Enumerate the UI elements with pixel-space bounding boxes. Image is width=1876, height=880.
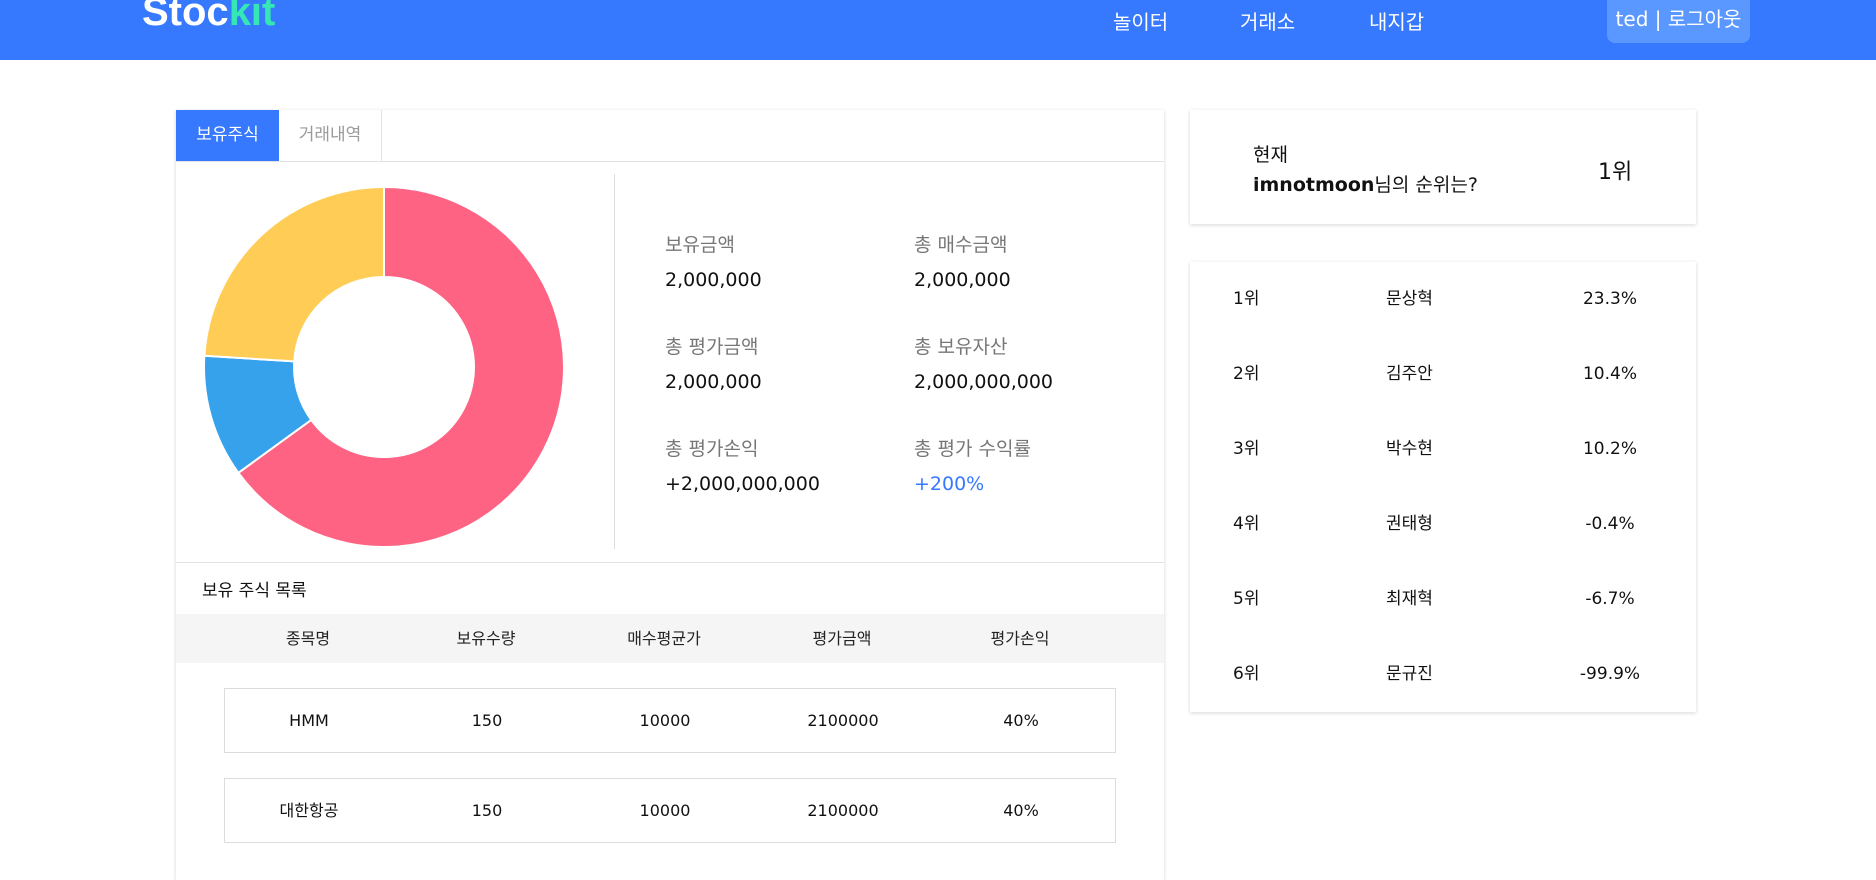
rank-suffix: 님의 순위는?	[1374, 174, 1478, 196]
leaderboard-row[interactable]: 1위 문상혁 23.3%	[1190, 262, 1696, 337]
nav-my-wallet[interactable]: 내지갑	[1369, 6, 1424, 35]
return-rate: 23.3%	[1582, 289, 1637, 309]
summary-divider	[614, 174, 615, 549]
user-name: 문상혁	[1386, 289, 1433, 309]
leaderboard: 1위 문상혁 23.3% 2위 김주안 10.4% 3위 박수현 10.2% 4…	[1190, 262, 1696, 712]
leaderboard-row[interactable]: 3위 박수현 10.2%	[1190, 412, 1696, 487]
stat-label: 총 평가손익	[665, 438, 759, 460]
user-name: 최재혁	[1386, 589, 1433, 609]
stat-value: 2,000,000,000	[914, 371, 1054, 393]
column-header: 평가금액	[812, 629, 872, 648]
stat-total-buy: 총 매수금액 2,000,000	[914, 230, 1011, 291]
rank-number: 3위	[1233, 439, 1260, 459]
holdings-table-header: 종목명 보유수량 매수평균가 평가금액 평가손익	[176, 614, 1164, 663]
stat-label: 보유금액	[665, 234, 735, 256]
return-rate: 10.4%	[1582, 364, 1637, 384]
rank-number: 1위	[1233, 289, 1260, 309]
holdings-donut-chart	[203, 186, 565, 548]
eval-amount: 2100000	[807, 801, 879, 820]
stock-name: 대한항공	[279, 801, 339, 820]
return-rate: 10.2%	[1582, 439, 1637, 459]
rank-line1: 현재	[1253, 144, 1288, 166]
top-navbar: Stockit 놀이터 거래소 내지갑 ted | 로그아웃	[0, 0, 1876, 60]
stat-value: +200%	[914, 473, 985, 495]
stat-total-eval: 총 평가금액 2,000,000	[665, 332, 762, 393]
eval-profit: 40%	[1003, 711, 1039, 730]
stat-value: +2,000,000,000	[665, 473, 820, 495]
stat-value: 2,000,000	[914, 269, 1011, 291]
holding-row[interactable]: 대한항공 150 10000 2100000 40%	[224, 778, 1116, 843]
column-header: 보유수량	[456, 629, 516, 648]
avg-buy-price: 10000	[639, 801, 691, 820]
donut-slice-2[interactable]	[203, 186, 385, 363]
stat-label: 총 매수금액	[914, 234, 1008, 256]
stat-total-return-rate: 총 평가 수익률 +200%	[914, 434, 1031, 495]
holding-quantity: 150	[471, 711, 503, 730]
portfolio-card: 보유주식 거래내역 보유금액 2,000,000 총 매수금액 2,000,00…	[176, 110, 1164, 880]
leaderboard-row[interactable]: 6위 문규진 -99.9%	[1190, 637, 1696, 712]
logo-accent: kit	[228, 0, 276, 34]
tab-holdings[interactable]: 보유주식	[176, 110, 279, 161]
leaderboard-row[interactable]: 4위 권태형 -0.4%	[1190, 487, 1696, 562]
eval-profit: 40%	[1003, 801, 1039, 820]
my-rank-card: 현재 imnotmoon님의 순위는? 1위	[1190, 110, 1696, 224]
rank-number: 6위	[1233, 664, 1260, 684]
stat-holding-amount: 보유금액 2,000,000	[665, 230, 762, 291]
stat-total-profit: 총 평가손익 +2,000,000,000	[665, 434, 820, 495]
portfolio-tabs: 보유주식 거래내역	[176, 110, 1164, 162]
user-name: 김주안	[1386, 364, 1433, 384]
rank-number: 5위	[1233, 589, 1260, 609]
column-header: 평가손익	[990, 629, 1050, 648]
stat-total-assets: 총 보유자산 2,000,000,000	[914, 332, 1053, 393]
rank-question: 현재 imnotmoon님의 순위는?	[1253, 140, 1478, 200]
return-rate: -99.9%	[1579, 664, 1641, 684]
rank-number: 2위	[1233, 364, 1260, 384]
nav-exchange[interactable]: 거래소	[1240, 6, 1295, 35]
nav-playground[interactable]: 놀이터	[1113, 6, 1168, 35]
holdings-list-title: 보유 주식 목록	[202, 581, 307, 601]
rank-number: 4위	[1233, 514, 1260, 534]
section-divider	[176, 562, 1164, 563]
my-rank-value: 1위	[1598, 160, 1633, 185]
user-name: 문규진	[1386, 664, 1433, 684]
stockit-logo[interactable]: Stockit	[142, 0, 275, 35]
rank-username: imnotmoon	[1253, 174, 1375, 196]
logo-main: Stoc	[142, 0, 229, 34]
holding-quantity: 150	[471, 801, 503, 820]
stat-value: 2,000,000	[665, 371, 762, 393]
leaderboard-row[interactable]: 5위 최재혁 -6.7%	[1190, 562, 1696, 637]
user-name: 권태형	[1386, 514, 1433, 534]
leaderboard-row[interactable]: 2위 김주안 10.4%	[1190, 337, 1696, 412]
user-logout-button[interactable]: ted | 로그아웃	[1607, 0, 1750, 43]
column-header: 매수평균가	[627, 629, 701, 648]
return-rate: -6.7%	[1585, 589, 1635, 609]
user-name: 박수현	[1386, 439, 1433, 459]
column-header: 종목명	[285, 629, 331, 648]
stock-name: HMM	[289, 711, 329, 730]
stat-label: 총 보유자산	[914, 336, 1008, 358]
avg-buy-price: 10000	[639, 711, 691, 730]
stat-label: 총 평가금액	[665, 336, 759, 358]
stat-label: 총 평가 수익률	[914, 438, 1031, 460]
holding-row[interactable]: HMM 150 10000 2100000 40%	[224, 688, 1116, 753]
stat-value: 2,000,000	[665, 269, 762, 291]
return-rate: -0.4%	[1585, 514, 1635, 534]
eval-amount: 2100000	[807, 711, 879, 730]
tab-history[interactable]: 거래내역	[279, 110, 382, 161]
